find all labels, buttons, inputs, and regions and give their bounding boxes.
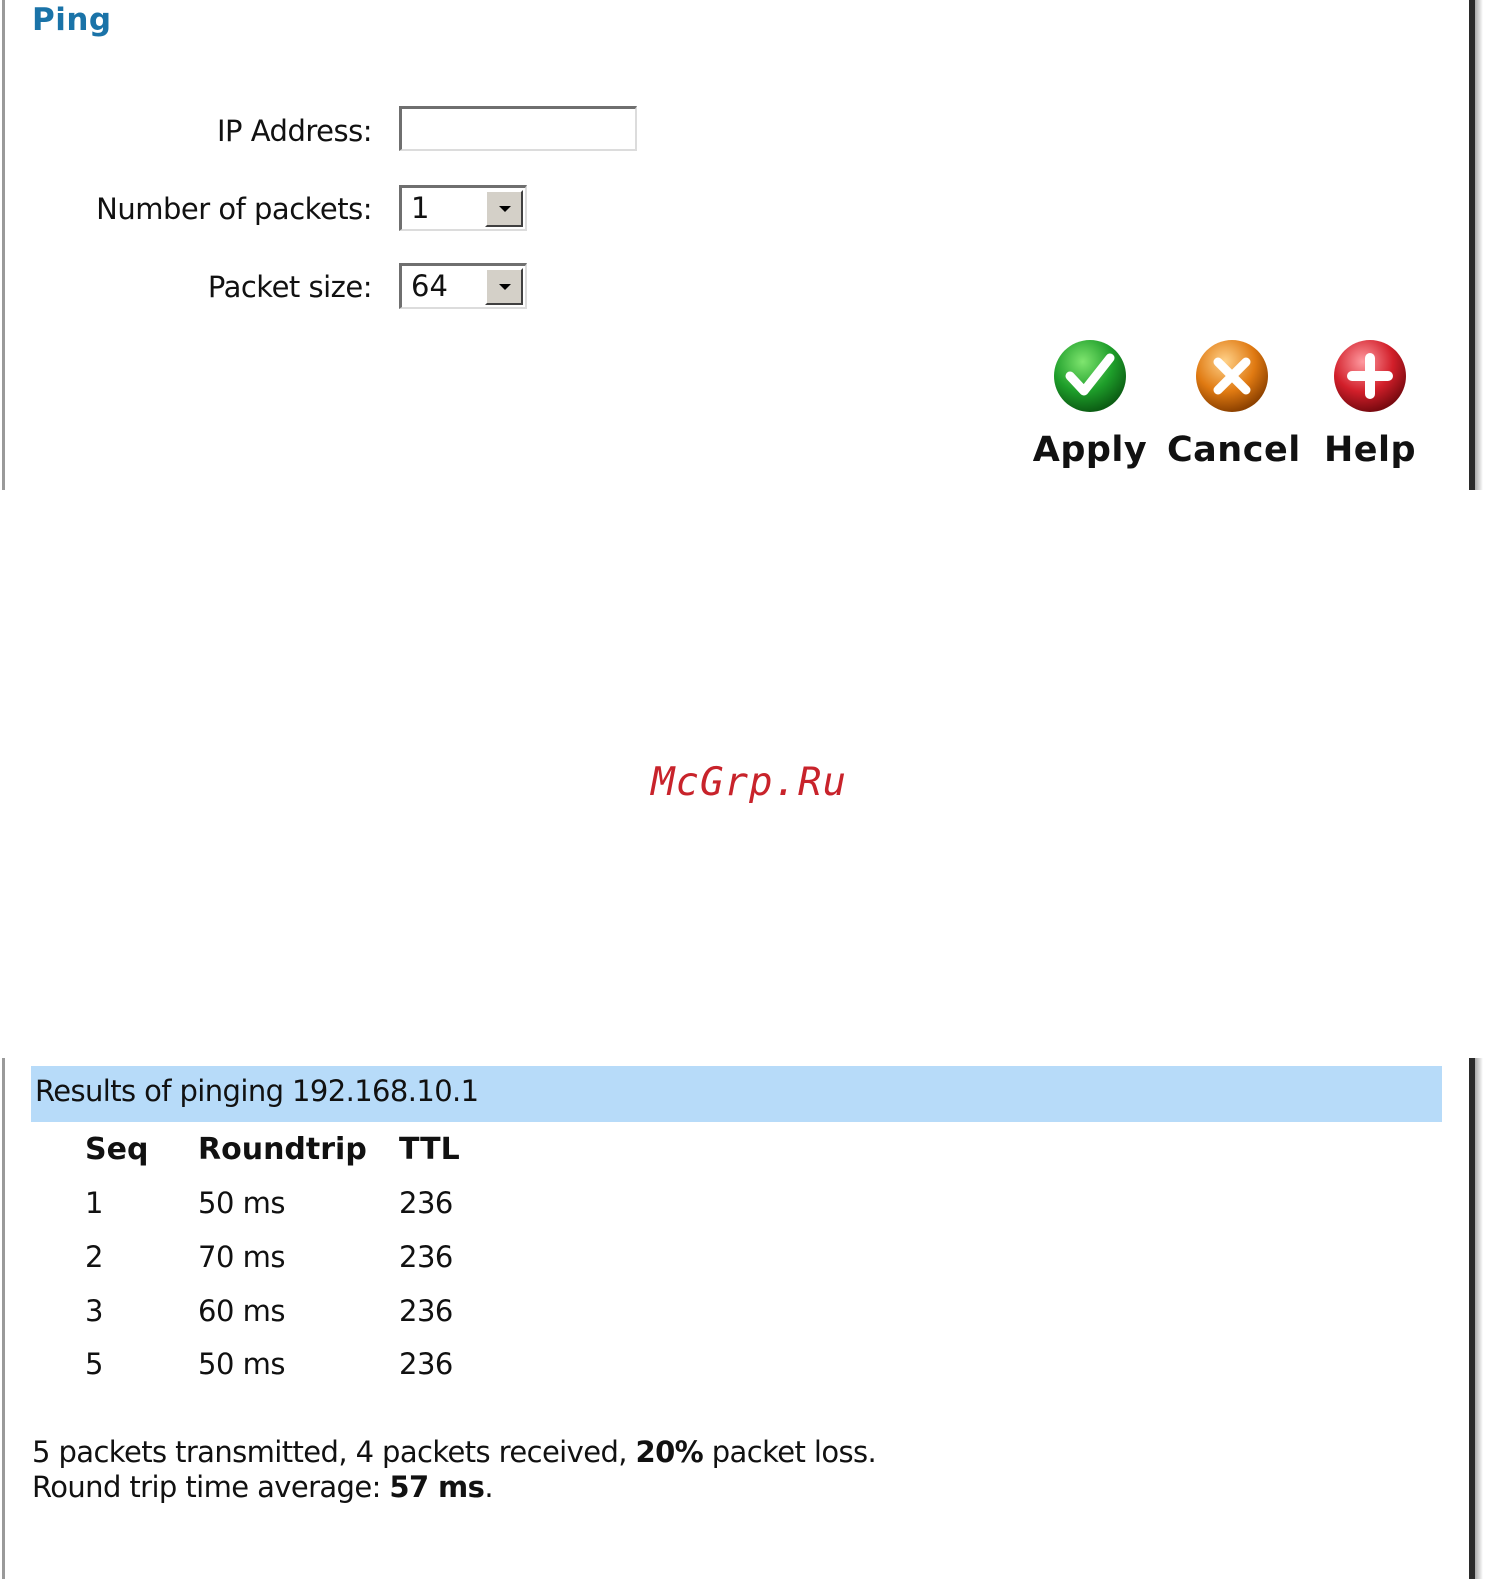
apply-label: Apply	[1032, 430, 1148, 470]
table-row: 1 50 ms 236	[0, 1186, 1000, 1240]
ttl-cell: 236	[399, 1186, 453, 1220]
packet-loss-value: 20%	[635, 1435, 704, 1469]
page-title: Ping	[32, 2, 112, 38]
seq-cell: 2	[85, 1240, 103, 1274]
cancel-label: Cancel	[1167, 430, 1301, 470]
cancel-button[interactable]: Cancel	[1167, 338, 1301, 488]
column-header-seq: Seq	[85, 1132, 149, 1167]
ttl-cell: 236	[399, 1240, 453, 1274]
packet-size-value: 64	[411, 269, 448, 303]
results-header: Results of pinging 192.168.10.1	[31, 1066, 1442, 1122]
roundtrip-cell: 50 ms	[198, 1186, 285, 1220]
num-packets-dropdown-button[interactable]	[485, 190, 523, 227]
num-packets-value: 1	[411, 191, 430, 225]
average-value: 57 ms	[389, 1470, 485, 1504]
help-label: Help	[1323, 430, 1417, 470]
seq-cell: 3	[85, 1294, 103, 1328]
roundtrip-cell: 50 ms	[198, 1347, 285, 1381]
table-row: 3 60 ms 236	[0, 1294, 1000, 1348]
chevron-down-icon	[499, 206, 511, 212]
summary-packets-text: 5 packets transmitted, 4 packets receive…	[32, 1435, 627, 1469]
packet-size-select[interactable]: 64	[399, 263, 527, 309]
ip-address-label: IP Address:	[216, 114, 373, 148]
summary-average-suffix: .	[484, 1470, 493, 1504]
ttl-cell: 236	[399, 1347, 453, 1381]
table-row: 5 50 ms 236	[0, 1347, 1000, 1401]
checkmark-icon	[1054, 340, 1126, 412]
panel-border-left	[2, 0, 5, 490]
panel-shadow-right	[1475, 0, 1483, 490]
column-header-roundtrip: Roundtrip	[198, 1132, 367, 1167]
close-icon	[1196, 340, 1268, 412]
results-panel-shadow-right	[1475, 1058, 1483, 1579]
seq-cell: 1	[85, 1186, 103, 1220]
packet-size-dropdown-button[interactable]	[485, 268, 523, 305]
seq-cell: 5	[85, 1347, 103, 1381]
help-plus-icon	[1334, 340, 1406, 412]
packet-size-label: Packet size:	[207, 270, 373, 304]
roundtrip-cell: 70 ms	[198, 1240, 285, 1274]
roundtrip-cell: 60 ms	[198, 1294, 285, 1328]
num-packets-select[interactable]: 1	[399, 185, 527, 231]
summary-packets: 5 packets transmitted, 4 packets receive…	[32, 1435, 877, 1469]
help-button[interactable]: Help	[1305, 338, 1435, 488]
ttl-cell: 236	[399, 1294, 453, 1328]
ip-address-input[interactable]	[399, 106, 637, 151]
num-packets-label: Number of packets:	[96, 192, 372, 226]
summary-average-text: Round trip time average:	[32, 1470, 381, 1504]
summary-average: Round trip time average: 57 ms.	[32, 1470, 494, 1504]
watermark: McGrp.Ru	[651, 760, 847, 805]
column-header-ttl: TTL	[399, 1132, 460, 1167]
chevron-down-icon	[499, 284, 511, 290]
table-row: 2 70 ms 236	[0, 1240, 1000, 1294]
summary-loss-suffix: packet loss.	[711, 1435, 877, 1469]
apply-button[interactable]: Apply	[1025, 338, 1155, 488]
